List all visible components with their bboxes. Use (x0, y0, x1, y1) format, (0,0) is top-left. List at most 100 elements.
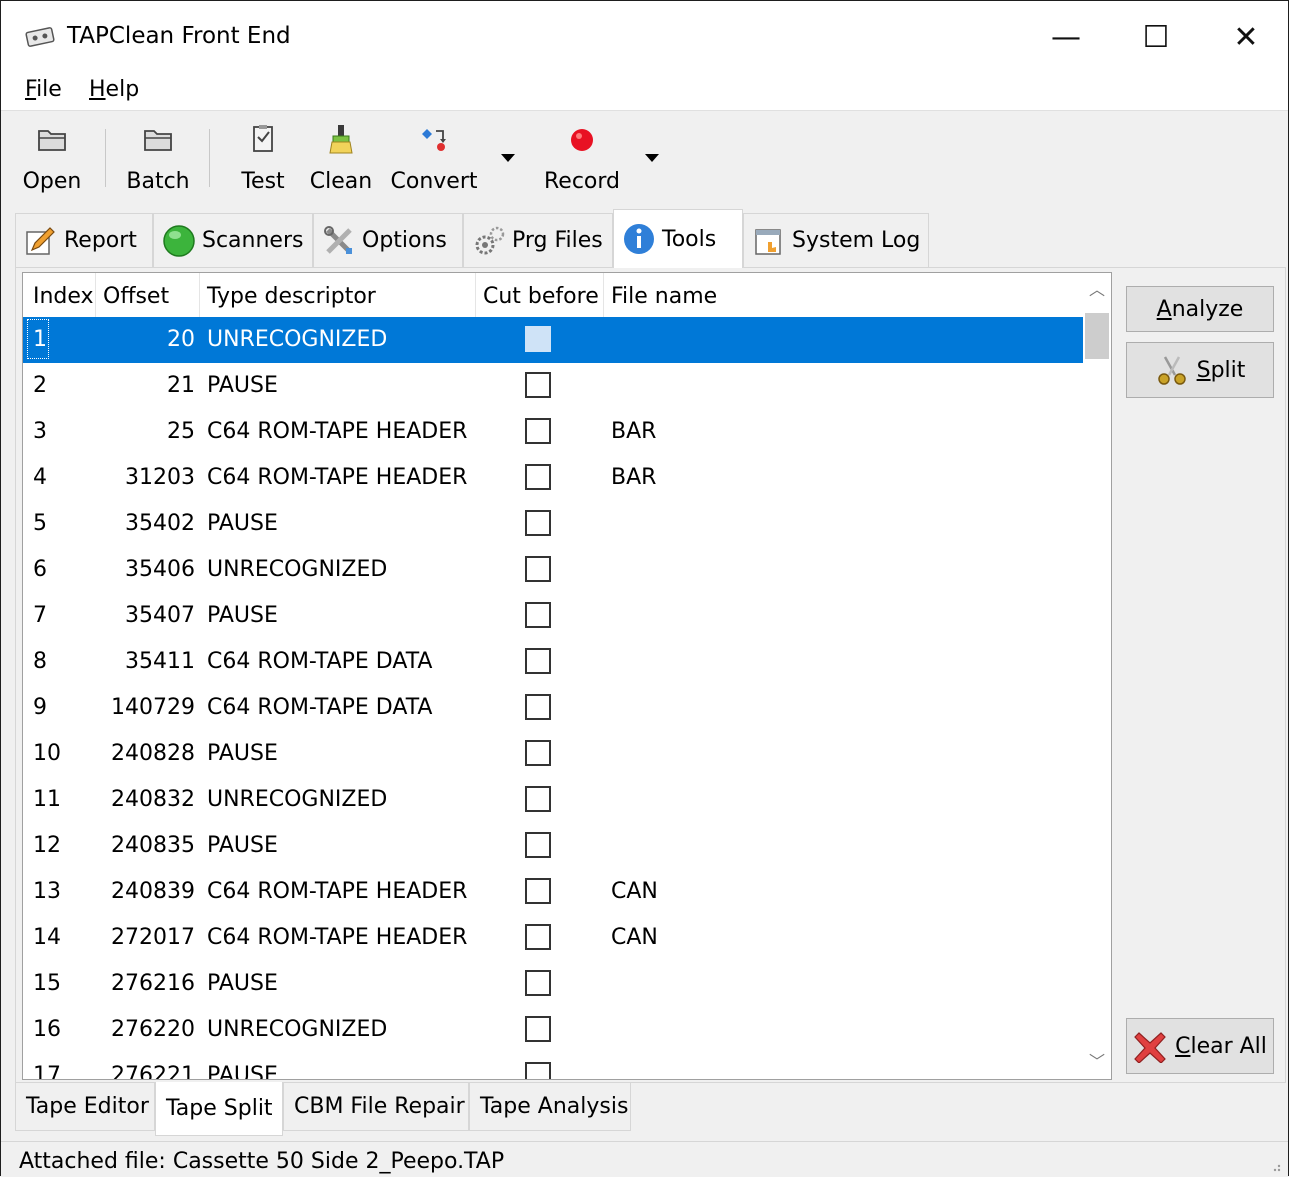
column-header-cut-before[interactable]: Cut before (483, 284, 599, 309)
clean-button[interactable]: Clean (307, 123, 375, 205)
tab-scanners[interactable]: Scanners (153, 213, 313, 267)
cut-before-checkbox[interactable] (525, 970, 551, 996)
cut-before-checkbox[interactable] (525, 556, 551, 582)
convert-button[interactable]: Convert (389, 123, 479, 205)
cut-before-checkbox[interactable] (525, 372, 551, 398)
menu-bar: File Help (1, 73, 1288, 111)
split-button[interactable]: Split (1126, 342, 1274, 398)
vertical-scrollbar[interactable]: ︿ ﹀ (1083, 273, 1111, 1079)
cut-before-checkbox[interactable] (525, 648, 551, 674)
cut-before-checkbox[interactable] (525, 786, 551, 812)
maximize-button[interactable]: ☐ (1111, 1, 1201, 73)
table-row[interactable]: 4 31203 C64 ROM-TAPE HEADER BAR (23, 455, 1083, 501)
table-row[interactable]: 10 240828 PAUSE (23, 731, 1083, 777)
open-button[interactable]: Open (19, 123, 85, 205)
cut-before-checkbox[interactable] (525, 740, 551, 766)
close-button[interactable]: ✕ (1201, 1, 1289, 73)
toolbar-separator (209, 129, 210, 187)
table-row[interactable]: 17 276221 PAUSE (23, 1053, 1083, 1080)
tab-report[interactable]: Report (15, 213, 153, 267)
row-index: 11 (33, 787, 61, 812)
row-index: 15 (33, 971, 61, 996)
test-button[interactable]: Test (235, 123, 291, 205)
table-row[interactable]: 7 35407 PAUSE (23, 593, 1083, 639)
row-type-descriptor: PAUSE (207, 603, 278, 628)
column-header-offset[interactable]: Offset (103, 284, 169, 309)
table-row[interactable]: 14 272017 C64 ROM-TAPE HEADER CAN (23, 915, 1083, 961)
table-row[interactable]: 6 35406 UNRECOGNIZED (23, 547, 1083, 593)
record-button[interactable]: Record (541, 123, 623, 205)
row-type-descriptor: C64 ROM-TAPE HEADER (207, 879, 468, 904)
column-header-file-name[interactable]: File name (611, 284, 717, 309)
toolbar-separator (105, 129, 106, 187)
table-row[interactable]: 2 21 PAUSE (23, 363, 1083, 409)
table-row[interactable]: 11 240832 UNRECOGNIZED (23, 777, 1083, 823)
cut-before-checkbox[interactable] (525, 832, 551, 858)
green-circle-icon (163, 224, 195, 257)
scroll-thumb[interactable] (1085, 313, 1109, 359)
pencil-icon (26, 226, 55, 255)
tab-system-log[interactable]: System Log (743, 213, 929, 267)
row-type-descriptor: PAUSE (207, 741, 278, 766)
table-row[interactable]: 15 276216 PAUSE (23, 961, 1083, 1007)
cassette-icon (25, 27, 55, 47)
analyze-button[interactable]: Analyze (1126, 286, 1274, 332)
row-type-descriptor: C64 ROM-TAPE HEADER (207, 925, 468, 950)
table-body: 1 20 UNRECOGNIZED 2 21 PAUSE 3 25 C64 ROM-TAPE H… (23, 317, 1083, 1080)
cut-before-checkbox[interactable] (525, 694, 551, 720)
row-offset: 276221 (111, 1063, 195, 1080)
row-file-name: CAN (611, 925, 658, 950)
table-row[interactable]: 5 35402 PAUSE (23, 501, 1083, 547)
row-index: 3 (33, 419, 47, 444)
row-offset: 240832 (111, 787, 195, 812)
cut-before-checkbox[interactable] (525, 1062, 551, 1079)
tab-cbm-file-repair[interactable]: CBM File Repair (283, 1083, 469, 1131)
window-title: TAPClean Front End (67, 23, 291, 49)
folder-icon (144, 130, 172, 151)
resize-grip-icon[interactable] (1266, 1157, 1282, 1173)
cut-before-checkbox[interactable] (525, 878, 551, 904)
row-index: 2 (33, 373, 47, 398)
cut-before-checkbox[interactable] (525, 510, 551, 536)
cut-before-checkbox[interactable] (525, 1016, 551, 1042)
toolbar: Open Batch Test Clean Convert Record (1, 111, 1288, 207)
red-x-icon (1134, 1032, 1166, 1063)
record-dropdown-arrow-icon[interactable] (645, 154, 659, 162)
cut-before-checkbox[interactable] (525, 464, 551, 490)
tab-tape-analysis[interactable]: Tape Analysis (469, 1083, 631, 1131)
table-row[interactable]: 13 240839 C64 ROM-TAPE HEADER CAN (23, 869, 1083, 915)
minimize-button[interactable]: — (1021, 1, 1111, 73)
cut-before-checkbox[interactable] (525, 924, 551, 950)
status-bar: Attached file: Cassette 50 Side 2_Peepo.… (1, 1141, 1288, 1177)
row-type-descriptor: C64 ROM-TAPE HEADER (207, 419, 468, 444)
cut-before-checkbox[interactable] (525, 602, 551, 628)
cut-before-checkbox[interactable] (525, 418, 551, 444)
convert-dropdown-arrow-icon[interactable] (501, 154, 515, 162)
table-row[interactable]: 9 140729 C64 ROM-TAPE DATA (23, 685, 1083, 731)
table-row[interactable]: 8 35411 C64 ROM-TAPE DATA (23, 639, 1083, 685)
row-offset: 21 (167, 373, 195, 398)
row-offset: 31203 (125, 465, 195, 490)
scroll-up-icon[interactable]: ︿ (1083, 273, 1111, 307)
convert-icon (422, 129, 446, 151)
scroll-down-icon[interactable]: ﹀ (1083, 1045, 1111, 1079)
table-row[interactable]: 16 276220 UNRECOGNIZED (23, 1007, 1083, 1053)
clear-all-button[interactable]: Clear All (1126, 1018, 1274, 1074)
table-row[interactable]: 3 25 C64 ROM-TAPE HEADER BAR (23, 409, 1083, 455)
tab-options[interactable]: Options (313, 213, 463, 267)
column-header-index[interactable]: Index (33, 284, 94, 309)
gears-icon (475, 226, 505, 254)
tab-prg-files[interactable]: Prg Files (463, 213, 613, 267)
cut-before-checkbox[interactable] (525, 326, 551, 352)
menu-help[interactable]: Help (89, 77, 139, 102)
tab-tools[interactable]: Tools (613, 209, 743, 268)
row-type-descriptor: UNRECOGNIZED (207, 1017, 388, 1042)
batch-button[interactable]: Batch (123, 123, 193, 205)
row-index: 9 (33, 695, 47, 720)
tab-tape-editor[interactable]: Tape Editor (15, 1083, 155, 1131)
menu-file[interactable]: File (25, 77, 62, 102)
table-row[interactable]: 12 240835 PAUSE (23, 823, 1083, 869)
tab-tape-split[interactable]: Tape Split (155, 1082, 283, 1136)
column-header-type[interactable]: Type descriptor (207, 284, 376, 309)
table-row[interactable]: 1 20 UNRECOGNIZED (23, 317, 1083, 363)
